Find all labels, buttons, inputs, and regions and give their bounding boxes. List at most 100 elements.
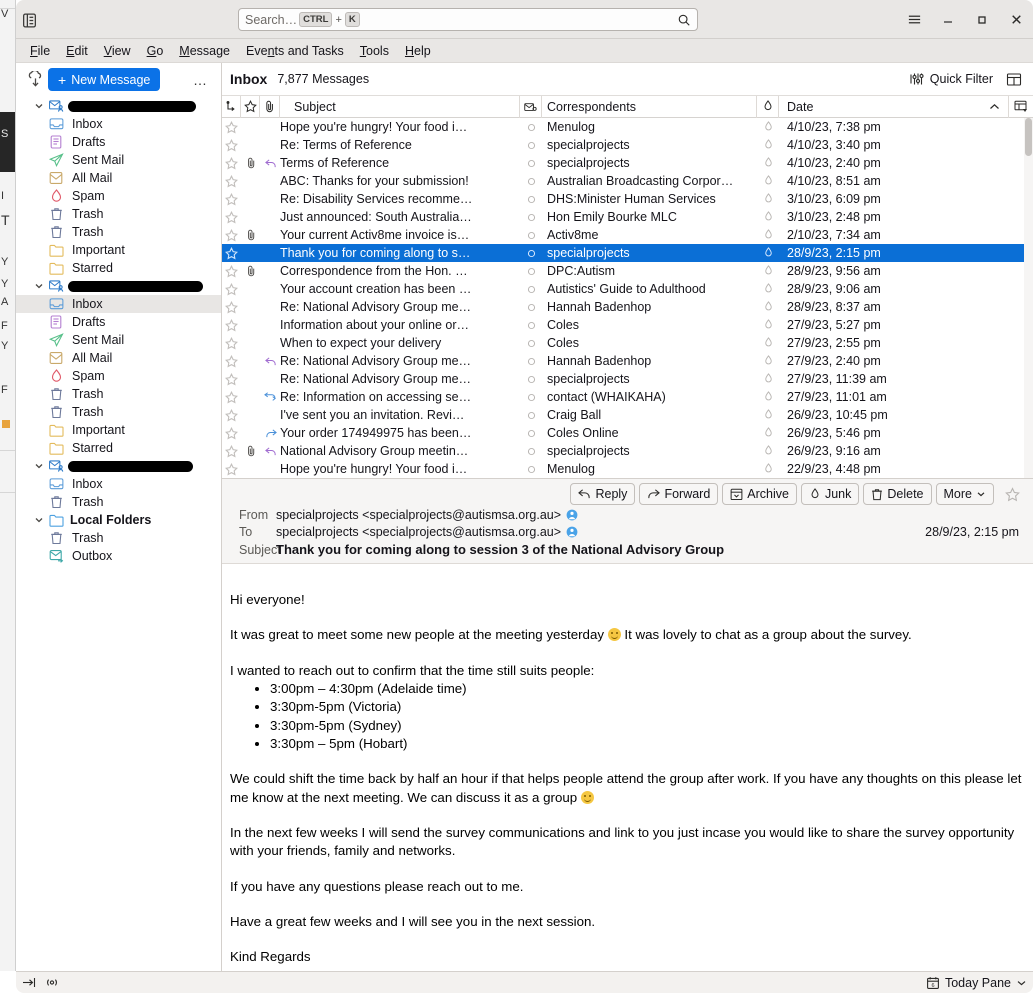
junk-status-icon[interactable]: [757, 229, 779, 241]
reply-button[interactable]: Reply: [570, 483, 636, 505]
chevron-down-icon[interactable]: [32, 101, 46, 111]
column-picker-button[interactable]: [1009, 96, 1033, 118]
junk-status-icon[interactable]: [757, 283, 779, 295]
unread-indicator-icon[interactable]: [520, 285, 542, 294]
star-icon[interactable]: [222, 444, 241, 458]
today-pane-button[interactable]: 6 Today Pane: [926, 976, 1027, 990]
star-icon[interactable]: [222, 192, 241, 206]
unread-indicator-icon[interactable]: [520, 321, 542, 330]
table-row[interactable]: Just announced: South Australia… Hon Emil…: [222, 208, 1033, 226]
star-icon[interactable]: [222, 264, 241, 278]
menu-file[interactable]: File: [22, 42, 58, 60]
contact-avatar-icon[interactable]: [566, 509, 578, 521]
local-folders-row[interactable]: Local Folders: [16, 511, 221, 529]
delete-button[interactable]: Delete: [863, 483, 932, 505]
folder-important-a1[interactable]: Important: [16, 241, 221, 259]
unread-indicator-icon[interactable]: [520, 375, 542, 384]
table-row[interactable]: Terms of Reference specialprojects 4/10/23…: [222, 154, 1033, 172]
unread-indicator-icon[interactable]: [520, 159, 542, 168]
table-row[interactable]: Re: Disability Services recomme… DHS:Mini…: [222, 190, 1033, 208]
offline-indicator-icon[interactable]: [22, 976, 36, 989]
thread-column-header[interactable]: [222, 95, 241, 118]
folder-inbox-a3[interactable]: Inbox: [16, 475, 221, 493]
menu-events-and-tasks[interactable]: Events and Tasks: [238, 42, 352, 60]
junk-status-icon[interactable]: [757, 463, 779, 475]
table-row[interactable]: Your current Activ8me invoice is… Activ8m…: [222, 226, 1033, 244]
folder-trash-local[interactable]: Trash: [16, 529, 221, 547]
unread-indicator-icon[interactable]: [520, 141, 542, 150]
folder-trash-a2[interactable]: Trash: [16, 385, 221, 403]
table-row[interactable]: ABC: Thanks for your submission! Australi…: [222, 172, 1033, 190]
star-icon[interactable]: [222, 336, 241, 350]
folder-inbox-a1[interactable]: Inbox: [16, 115, 221, 133]
unread-indicator-icon[interactable]: [520, 429, 542, 438]
menu-help[interactable]: Help: [397, 42, 439, 60]
folder-trash2-a1[interactable]: Trash: [16, 223, 221, 241]
attachment-column-header[interactable]: [260, 95, 280, 118]
activity-indicator-icon[interactable]: [44, 976, 60, 989]
star-icon[interactable]: [222, 210, 241, 224]
junk-status-icon[interactable]: [757, 409, 779, 421]
folder-trash2-a2[interactable]: Trash: [16, 403, 221, 421]
to-value[interactable]: specialprojects <specialprojects@autisms…: [276, 525, 561, 539]
table-row[interactable]: Your order 174949975 has been… Coles Onli…: [222, 424, 1033, 442]
folder-allmail-a2[interactable]: All Mail: [16, 349, 221, 367]
star-icon[interactable]: [222, 246, 241, 260]
star-icon[interactable]: [222, 282, 241, 296]
table-row[interactable]: Your account creation has been … Autistic…: [222, 280, 1033, 298]
star-icon[interactable]: [222, 354, 241, 368]
menu-go[interactable]: Go: [139, 42, 172, 60]
table-row[interactable]: Hope you're hungry! Your food i… Menulog 4…: [222, 118, 1033, 136]
spaces-toolbar-icon[interactable]: [16, 8, 42, 32]
junk-status-icon[interactable]: [757, 373, 779, 385]
folder-inbox-a2-selected[interactable]: Inbox: [16, 295, 221, 313]
date-column-header[interactable]: Date: [779, 95, 1009, 118]
junk-button[interactable]: Junk: [800, 483, 860, 505]
display-options-icon[interactable]: [1003, 70, 1025, 89]
maximize-icon[interactable]: [965, 0, 999, 39]
menu-message[interactable]: Message: [171, 42, 238, 60]
star-icon[interactable]: [222, 300, 241, 314]
unread-indicator-icon[interactable]: [520, 123, 542, 132]
junk-status-icon[interactable]: [757, 211, 779, 223]
star-icon[interactable]: [222, 138, 241, 152]
table-row[interactable]: Thank you for coming along to s… specialp…: [222, 244, 1033, 262]
minimize-icon[interactable]: [931, 0, 965, 39]
account-row-2[interactable]: [16, 277, 221, 295]
from-value[interactable]: specialprojects <specialprojects@autisms…: [276, 508, 561, 522]
menu-edit[interactable]: Edit: [58, 42, 96, 60]
chevron-down-icon[interactable]: [32, 281, 46, 291]
junk-status-icon[interactable]: [757, 319, 779, 331]
unread-indicator-icon[interactable]: [520, 249, 542, 258]
table-row[interactable]: Information about your online or… Coles 27…: [222, 316, 1033, 334]
subject-column-header[interactable]: Subject: [280, 95, 520, 118]
folder-spam-a2[interactable]: Spam: [16, 367, 221, 385]
folder-allmail-a1[interactable]: All Mail: [16, 169, 221, 187]
folder-sent-a2[interactable]: Sent Mail: [16, 331, 221, 349]
unread-indicator-icon[interactable]: [520, 465, 542, 474]
close-icon[interactable]: [999, 0, 1033, 39]
folder-important-a2[interactable]: Important: [16, 421, 221, 439]
junk-status-icon[interactable]: [757, 445, 779, 457]
junk-status-icon[interactable]: [757, 247, 779, 259]
star-icon[interactable]: [222, 156, 241, 170]
star-message-button[interactable]: [1001, 483, 1023, 505]
table-row[interactable]: Correspondence from the Hon. … DPC:Autism…: [222, 262, 1033, 280]
junk-status-icon[interactable]: [757, 337, 779, 349]
unread-indicator-icon[interactable]: [520, 213, 542, 222]
star-icon[interactable]: [222, 228, 241, 242]
get-messages-icon[interactable]: [22, 68, 48, 92]
star-icon[interactable]: [222, 462, 241, 476]
star-icon[interactable]: [222, 390, 241, 404]
menu-tools[interactable]: Tools: [352, 42, 397, 60]
star-icon[interactable]: [222, 372, 241, 386]
star-icon[interactable]: [222, 426, 241, 440]
more-button[interactable]: More: [935, 483, 994, 505]
junk-status-icon[interactable]: [757, 301, 779, 313]
scrollbar-thumb[interactable]: [1025, 118, 1032, 156]
table-row[interactable]: Re: National Advisory Group me… specialpr…: [222, 370, 1033, 388]
unread-indicator-icon[interactable]: [520, 339, 542, 348]
unread-column-header[interactable]: [520, 95, 542, 118]
contact-avatar-icon[interactable]: [566, 526, 578, 538]
forward-button[interactable]: Forward: [639, 483, 719, 505]
